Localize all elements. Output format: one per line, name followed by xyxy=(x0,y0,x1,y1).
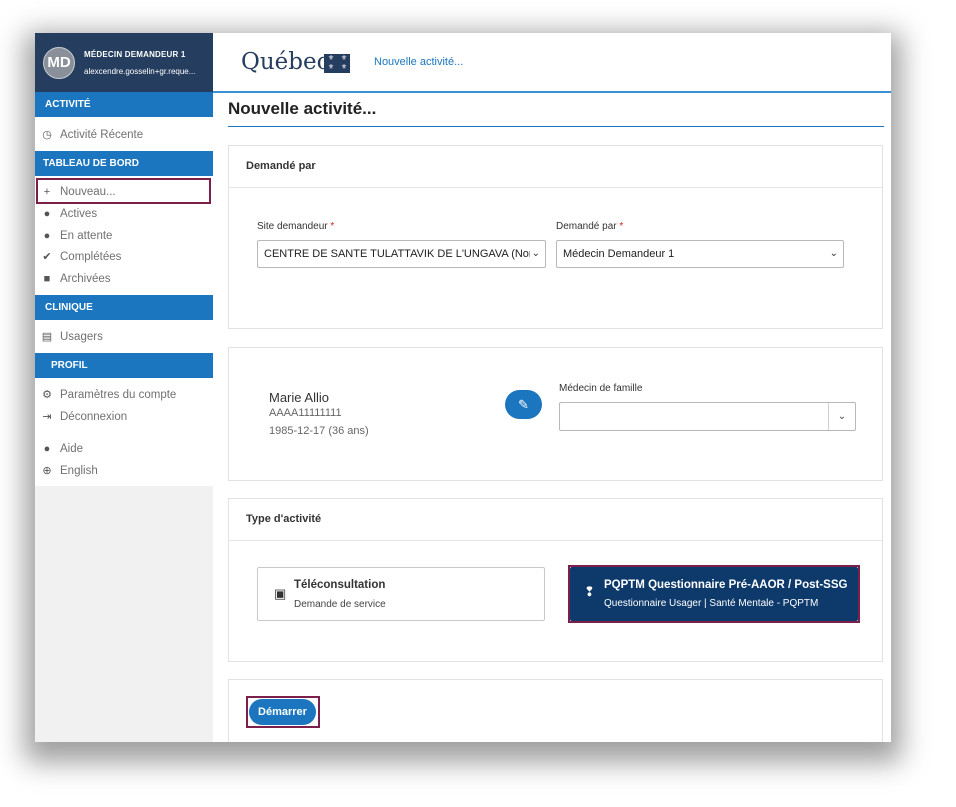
sidebar-item-actives[interactable]: ● Actives xyxy=(41,204,209,224)
sidebar-item-completees[interactable]: ✔ Complétées xyxy=(41,247,209,267)
sidebar-item-usagers[interactable]: ▤ Usagers xyxy=(41,327,209,347)
feedback-alert-icon: ❢ xyxy=(584,584,595,599)
required-mark: * xyxy=(330,221,335,232)
chevron-down-icon: ⌄ xyxy=(827,241,838,267)
activity-option-pqptm[interactable]: ❢ PQPTM Questionnaire Pré-AAOR / Post-SS… xyxy=(570,567,858,621)
sidebar-item-parametres[interactable]: ⚙ Paramètres du compte xyxy=(41,385,209,405)
question-circle-icon: ● xyxy=(43,443,51,455)
activity-option-teleconsultation[interactable]: ▣ Téléconsultation Demande de service xyxy=(257,567,545,621)
sidebar-item-label: Paramètres du compte xyxy=(60,389,177,401)
activity-title: Téléconsultation xyxy=(294,579,386,591)
sidebar-item-label: English xyxy=(60,465,98,477)
sidebar-item-english[interactable]: ⊕ English xyxy=(41,461,209,481)
sidebar-item-recente[interactable]: ◷ Activité Récente xyxy=(41,125,209,145)
exclamation-circle-icon: ● xyxy=(43,208,51,220)
pencil-icon: ✎ xyxy=(518,397,529,412)
card-actions xyxy=(228,679,883,742)
id-card-icon: ▤ xyxy=(41,331,53,343)
sidebar-item-archivees[interactable]: ■ Archivées xyxy=(41,269,209,289)
user-block[interactable]: MD MÉDECIN DEMANDEUR 1 alexcendre.gossel… xyxy=(35,33,213,92)
demande-par-select[interactable]: Médecin Demandeur 1 ⌄ xyxy=(556,240,844,268)
sidebar-item-attente[interactable]: ● En attente xyxy=(41,226,209,246)
patient-id: AAAA11111111 xyxy=(269,407,342,419)
patient-dob: 1985-12-17 (36 ans) xyxy=(269,425,369,437)
sidebar-item-label: Usagers xyxy=(60,331,103,343)
card-heading: Demandé par xyxy=(246,160,316,172)
activity-subtitle: Questionnaire Usager | Santé Mentale - P… xyxy=(604,598,819,609)
sidebar-item-label: Archivées xyxy=(60,273,111,285)
clipboard-icon: ▣ xyxy=(274,586,287,601)
card-type-activite: Type d'activité ▣ Téléconsultation Deman… xyxy=(228,498,883,662)
medecin-famille-select[interactable]: ⌄ xyxy=(559,402,856,431)
highlight-nouveau xyxy=(36,178,211,204)
fleur-de-lys-flag-icon: ⚜ ⚜ ⚜ ⚜ xyxy=(324,54,350,73)
page-title: Nouvelle activité... xyxy=(228,99,377,118)
user-email: alexcendre.gosselin+gr.reque... xyxy=(84,67,196,76)
demarrer-button[interactable]: Démarrer xyxy=(249,699,316,725)
sidebar-item-deconnexion[interactable]: ⇥ Déconnexion xyxy=(41,407,209,427)
logout-icon: ⇥ xyxy=(42,411,52,423)
title-divider xyxy=(228,126,884,127)
section-tableau: TABLEAU DE BORD xyxy=(35,151,213,176)
card-heading: Type d'activité xyxy=(246,513,322,525)
section-clinique: CLINIQUE xyxy=(35,295,213,320)
globe-icon: ⊕ xyxy=(42,465,52,477)
avatar: MD xyxy=(43,47,75,79)
sidebar-item-aide[interactable]: ● Aide xyxy=(41,439,209,459)
section-activite: ACTIVITÉ xyxy=(35,92,213,117)
site-label: Site demandeur * xyxy=(257,221,334,232)
clock-icon: ◷ xyxy=(42,129,52,141)
site-select-value: CENTRE DE SANTE TULATTAVIK DE L'UNGAVA (… xyxy=(264,248,539,260)
check-circle-icon: ✔ xyxy=(42,251,52,263)
site-label-text: Site demandeur xyxy=(257,221,328,232)
folder-icon: ■ xyxy=(43,273,51,285)
chevron-down-icon: ⌄ xyxy=(828,403,855,430)
activity-subtitle: Demande de service xyxy=(294,599,386,610)
patient-name: Marie Allio xyxy=(269,390,329,405)
sidebar: MD MÉDECIN DEMANDEUR 1 alexcendre.gossel… xyxy=(35,33,213,742)
site-select[interactable]: CENTRE DE SANTE TULATTAVIK DE L'UNGAVA (… xyxy=(257,240,546,268)
user-name: MÉDECIN DEMANDEUR 1 xyxy=(84,50,186,59)
medecin-famille-label: Médecin de famille xyxy=(559,383,643,394)
card-header: Demandé par xyxy=(229,146,882,188)
sidebar-item-label: Déconnexion xyxy=(60,411,128,423)
sidebar-item-label: Complétées xyxy=(60,251,122,263)
card-header: Type d'activité xyxy=(229,499,882,541)
top-header: Québec ⚜ ⚜ ⚜ ⚜ Nouvelle activité... xyxy=(213,33,891,93)
sidebar-item-label: Activité Récente xyxy=(60,129,144,141)
breadcrumb-link[interactable]: Nouvelle activité... xyxy=(374,56,463,68)
sidebar-item-label: En attente xyxy=(60,230,113,242)
chevron-down-icon: ⌄ xyxy=(529,241,540,267)
gear-icon: ⚙ xyxy=(42,389,52,401)
par-label: Demandé par * xyxy=(556,221,623,232)
app-window: MD MÉDECIN DEMANDEUR 1 alexcendre.gossel… xyxy=(35,33,891,742)
section-profil: PROFIL xyxy=(35,353,213,378)
clock-filled-icon: ● xyxy=(43,230,51,242)
card-patient: Marie Allio AAAA11111111 1985-12-17 (36 … xyxy=(228,347,883,481)
par-label-text: Demandé par xyxy=(556,221,617,232)
activity-title: PQPTM Questionnaire Pré-AAOR / Post-SSG xyxy=(604,579,848,591)
card-demande-par: Demandé par Site demandeur * CENTRE DE S… xyxy=(228,145,883,329)
sidebar-item-label: Actives xyxy=(60,208,98,220)
required-mark: * xyxy=(619,221,624,232)
sidebar-item-label: Aide xyxy=(60,443,84,455)
edit-patient-button[interactable]: ✎ xyxy=(505,390,542,419)
demande-par-value: Médecin Demandeur 1 xyxy=(563,248,675,260)
quebec-logo-text[interactable]: Québec xyxy=(241,49,330,75)
